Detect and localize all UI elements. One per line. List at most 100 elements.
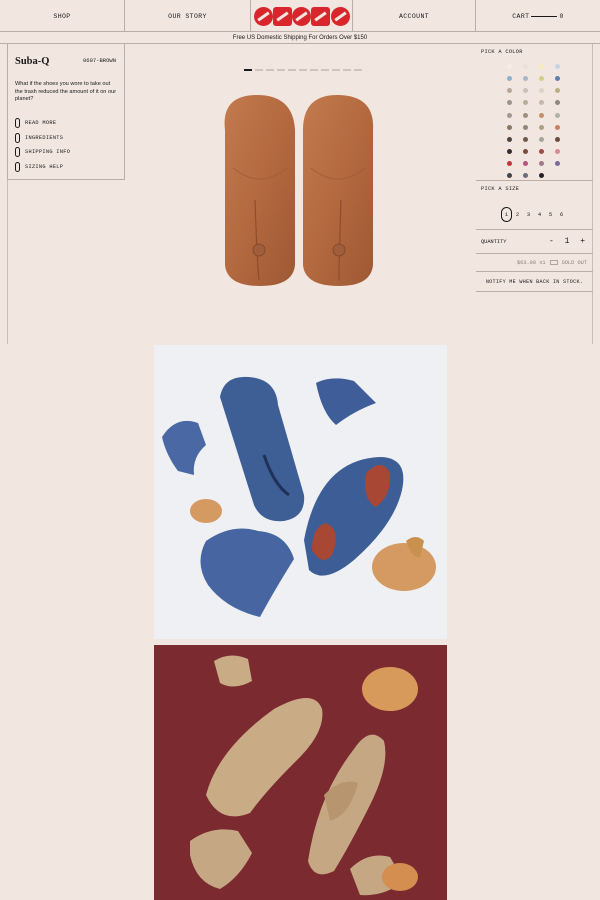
color-swatch[interactable] [555, 136, 560, 142]
color-swatch[interactable] [539, 100, 544, 106]
color-swatch[interactable] [539, 88, 544, 94]
nav-shop-link[interactable]: SHOP [0, 0, 125, 32]
quantity-row: QUANTITY - 1 + [476, 230, 593, 254]
quantity-value: 1 [564, 237, 573, 246]
logo-letter-icon [253, 6, 273, 26]
color-swatch[interactable] [539, 76, 544, 82]
notify-button[interactable]: NOTIFY ME WHEN BACK IN STOCK. [476, 272, 593, 292]
quantity-plus-button[interactable]: + [580, 237, 588, 246]
size-option[interactable]: 1 [501, 207, 512, 222]
nav-our-story-link[interactable]: OUR STORY [125, 0, 251, 32]
color-swatch[interactable] [507, 88, 512, 94]
cart-divider [531, 15, 558, 17]
purchase-panel: PICK A COLOR PICK A SIZE 123456 QUANTITY… [476, 44, 593, 292]
size-picker: PICK A SIZE 123456 [476, 181, 593, 230]
color-swatch[interactable] [539, 173, 544, 179]
carousel-dot[interactable] [321, 69, 329, 71]
logo-letter-icon [330, 6, 350, 26]
carousel-dot[interactable] [299, 69, 307, 71]
pill-icon [15, 132, 20, 143]
color-swatch[interactable] [523, 112, 528, 118]
color-swatch[interactable] [507, 148, 512, 154]
color-swatch[interactable] [539, 64, 544, 69]
color-picker-label: PICK A COLOR [481, 49, 523, 55]
size-option[interactable]: 2 [512, 207, 523, 222]
shipping-banner: Free US Domestic Shipping For Orders Ove… [0, 32, 600, 44]
color-swatch[interactable] [507, 76, 512, 82]
color-swatch[interactable] [539, 112, 544, 118]
tan-slippers-photo [154, 645, 447, 900]
quantity-minus-button[interactable]: - [549, 237, 557, 246]
cart-count: 0 [559, 12, 564, 20]
hero-product-image[interactable] [215, 90, 390, 290]
carousel-dot[interactable] [255, 69, 263, 71]
color-swatch[interactable] [539, 136, 544, 142]
color-swatch[interactable] [539, 148, 544, 154]
price-row: $63.00 x1 SOLD OUT [476, 254, 593, 272]
carousel-dot[interactable] [277, 69, 285, 71]
color-swatch[interactable] [555, 161, 560, 167]
nav-cart-link[interactable]: CART 0 [476, 0, 600, 32]
color-swatch[interactable] [523, 173, 528, 179]
carousel-dot[interactable] [244, 69, 252, 71]
color-swatch[interactable] [507, 64, 512, 69]
color-swatch[interactable] [555, 100, 560, 106]
price-amount: $63.00 x1 [516, 259, 546, 266]
quantity-label: QUANTITY [481, 238, 507, 245]
color-swatch[interactable] [555, 148, 560, 154]
color-swatch[interactable] [555, 124, 560, 130]
carousel-dot[interactable] [288, 69, 296, 71]
blue-slippers-photo [154, 345, 447, 639]
color-swatch[interactable] [555, 88, 560, 94]
size-option[interactable]: 6 [556, 207, 567, 222]
carousel-dot[interactable] [343, 69, 351, 71]
carousel-indicator [244, 69, 362, 71]
color-swatch[interactable] [523, 136, 528, 142]
carousel-dot[interactable] [310, 69, 318, 71]
color-swatch[interactable] [555, 112, 560, 118]
color-swatch[interactable] [523, 88, 528, 94]
color-swatch[interactable] [539, 124, 544, 130]
color-swatch[interactable] [523, 148, 528, 154]
color-swatch[interactable] [523, 161, 528, 167]
color-swatch[interactable] [523, 64, 528, 69]
shipping-info-link[interactable]: SHIPPING INFO [15, 145, 70, 160]
color-swatch[interactable] [507, 136, 512, 142]
size-option[interactable]: 5 [545, 207, 556, 222]
color-swatch[interactable] [523, 124, 528, 130]
color-swatch-grid [476, 55, 593, 180]
nav-account-link[interactable]: ACCOUNT [353, 0, 476, 32]
pill-icon [15, 161, 20, 172]
color-swatch[interactable] [507, 100, 512, 106]
size-option[interactable]: 3 [523, 207, 534, 222]
pill-icon [15, 147, 20, 158]
ingredients-link[interactable]: INGREDIENTS [15, 131, 70, 146]
color-swatch[interactable] [507, 173, 512, 179]
color-swatch[interactable] [555, 76, 560, 82]
color-swatch[interactable] [539, 161, 544, 167]
color-picker: PICK A COLOR [476, 44, 593, 181]
product-title: Suba-Q [15, 56, 50, 67]
read-more-link[interactable]: READ MORE [15, 116, 70, 131]
carousel-dot[interactable] [266, 69, 274, 71]
color-swatch[interactable] [507, 124, 512, 130]
color-swatch[interactable] [507, 161, 512, 167]
size-option[interactable]: 4 [534, 207, 545, 222]
logo-letter-icon [292, 6, 311, 26]
top-nav: SHOP OUR STORY ACCOUNT CART 0 [0, 0, 600, 32]
carousel-dot[interactable] [332, 69, 340, 71]
color-swatch[interactable] [523, 76, 528, 82]
logo-mark [252, 3, 352, 29]
color-swatch[interactable] [523, 100, 528, 106]
logo[interactable] [251, 0, 353, 32]
carousel-dot[interactable] [354, 69, 362, 71]
color-swatch[interactable] [507, 112, 512, 118]
product-info-panel: Suba-Q 0607-BROWN What if the shoes you … [7, 44, 125, 180]
cart-label: CART [512, 12, 530, 20]
product-sku: 0607-BROWN [82, 57, 116, 64]
pill-icon [15, 118, 20, 129]
size-picker-label: PICK A SIZE [481, 186, 520, 192]
color-swatch[interactable] [555, 64, 560, 69]
sold-out-status: SOLD OUT [561, 259, 587, 266]
sizing-help-link[interactable]: SIZING HELP [15, 160, 70, 175]
